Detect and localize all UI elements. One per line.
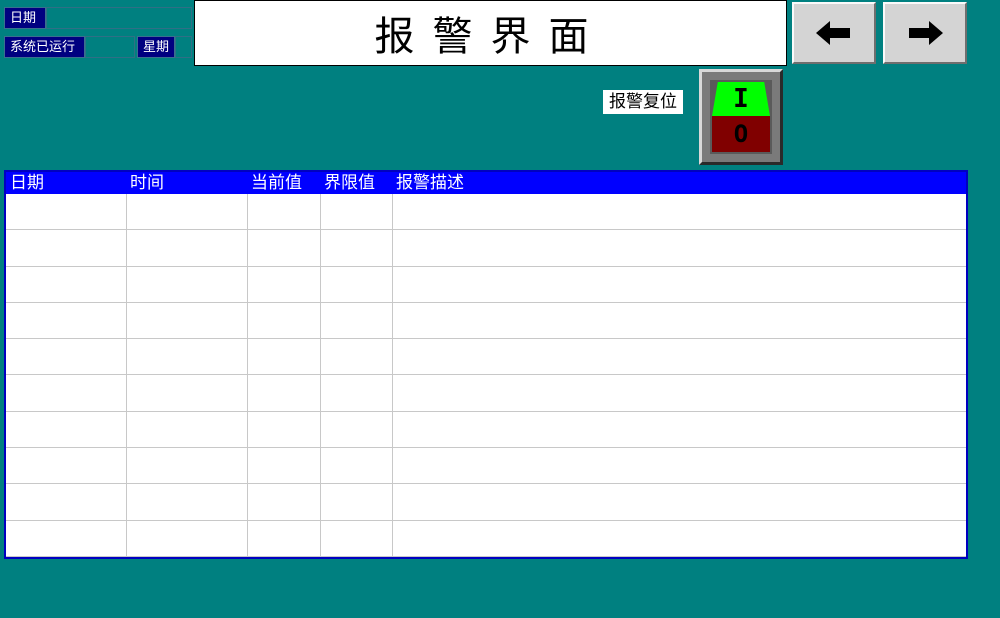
alarm-reset-label: 报警复位 [603,90,683,114]
table-cell [126,302,248,340]
table-cell [320,447,393,485]
alarm-table[interactable]: 日期 时间 当前值 界限值 报警描述 [4,170,968,559]
table-cell [320,483,393,521]
date-label: 日期 [4,7,46,29]
table-cell [126,483,248,521]
table-cell [6,338,127,376]
table-cell [320,266,393,303]
table-cell [392,302,966,340]
table-cell [247,302,321,340]
table-cell [392,266,966,303]
weekday-value [175,36,192,58]
column-limit-value: 界限值 [320,172,392,194]
runtime-value [85,36,135,58]
next-screen-button[interactable] [883,2,967,64]
table-cell [6,194,127,231]
date-value [46,7,192,29]
table-cell [126,229,248,267]
table-cell [6,483,127,521]
column-date: 日期 [6,172,126,194]
column-time: 时间 [126,172,247,194]
table-cell [320,520,393,557]
table-cell [392,411,966,449]
table-cell [392,483,966,521]
table-cell [392,194,966,231]
page-title: 报警界面 [194,0,787,66]
alarm-table-header: 日期 时间 当前值 界限值 报警描述 [6,172,966,194]
table-row[interactable] [6,194,966,231]
table-cell [6,374,127,412]
alarm-reset-switch[interactable]: I O [699,69,783,165]
table-cell [126,338,248,376]
arrow-left-icon [816,21,850,45]
table-row[interactable] [6,229,966,267]
arrow-right-icon [909,21,943,45]
page-title-text: 报警界面 [374,14,607,60]
table-row[interactable] [6,447,966,485]
table-row[interactable] [6,338,966,376]
table-cell [247,338,321,376]
table-cell [320,338,393,376]
column-current-value: 当前值 [247,172,320,194]
table-cell [126,194,248,231]
table-cell [247,411,321,449]
table-cell [6,302,127,340]
switch-off-indicator: O [712,116,770,152]
table-cell [247,194,321,231]
table-cell [392,520,966,557]
runtime-label: 系统已运行 [4,36,85,58]
table-cell [392,447,966,485]
table-cell [6,266,127,303]
table-cell [247,229,321,267]
table-cell [320,194,393,231]
table-row[interactable] [6,411,966,449]
table-cell [126,520,248,557]
table-cell [392,374,966,412]
table-cell [6,411,127,449]
table-cell [392,338,966,376]
table-cell [320,302,393,340]
table-cell [247,483,321,521]
table-cell [247,374,321,412]
previous-screen-button[interactable] [792,2,876,64]
table-row[interactable] [6,266,966,303]
table-cell [6,520,127,557]
table-row[interactable] [6,520,966,557]
switch-housing: I O [710,80,772,154]
table-cell [247,520,321,557]
table-cell [320,229,393,267]
column-alarm-description: 报警描述 [392,172,966,194]
table-cell [392,229,966,267]
table-row[interactable] [6,374,966,412]
table-cell [247,447,321,485]
table-cell [320,411,393,449]
table-cell [126,266,248,303]
table-row[interactable] [6,483,966,521]
table-cell [6,229,127,267]
table-cell [6,447,127,485]
table-cell [126,447,248,485]
switch-on-indicator: I [712,82,770,116]
table-cell [126,374,248,412]
table-cell [247,266,321,303]
weekday-label: 星期 [137,36,175,58]
table-cell [126,411,248,449]
table-row[interactable] [6,302,966,340]
table-cell [320,374,393,412]
